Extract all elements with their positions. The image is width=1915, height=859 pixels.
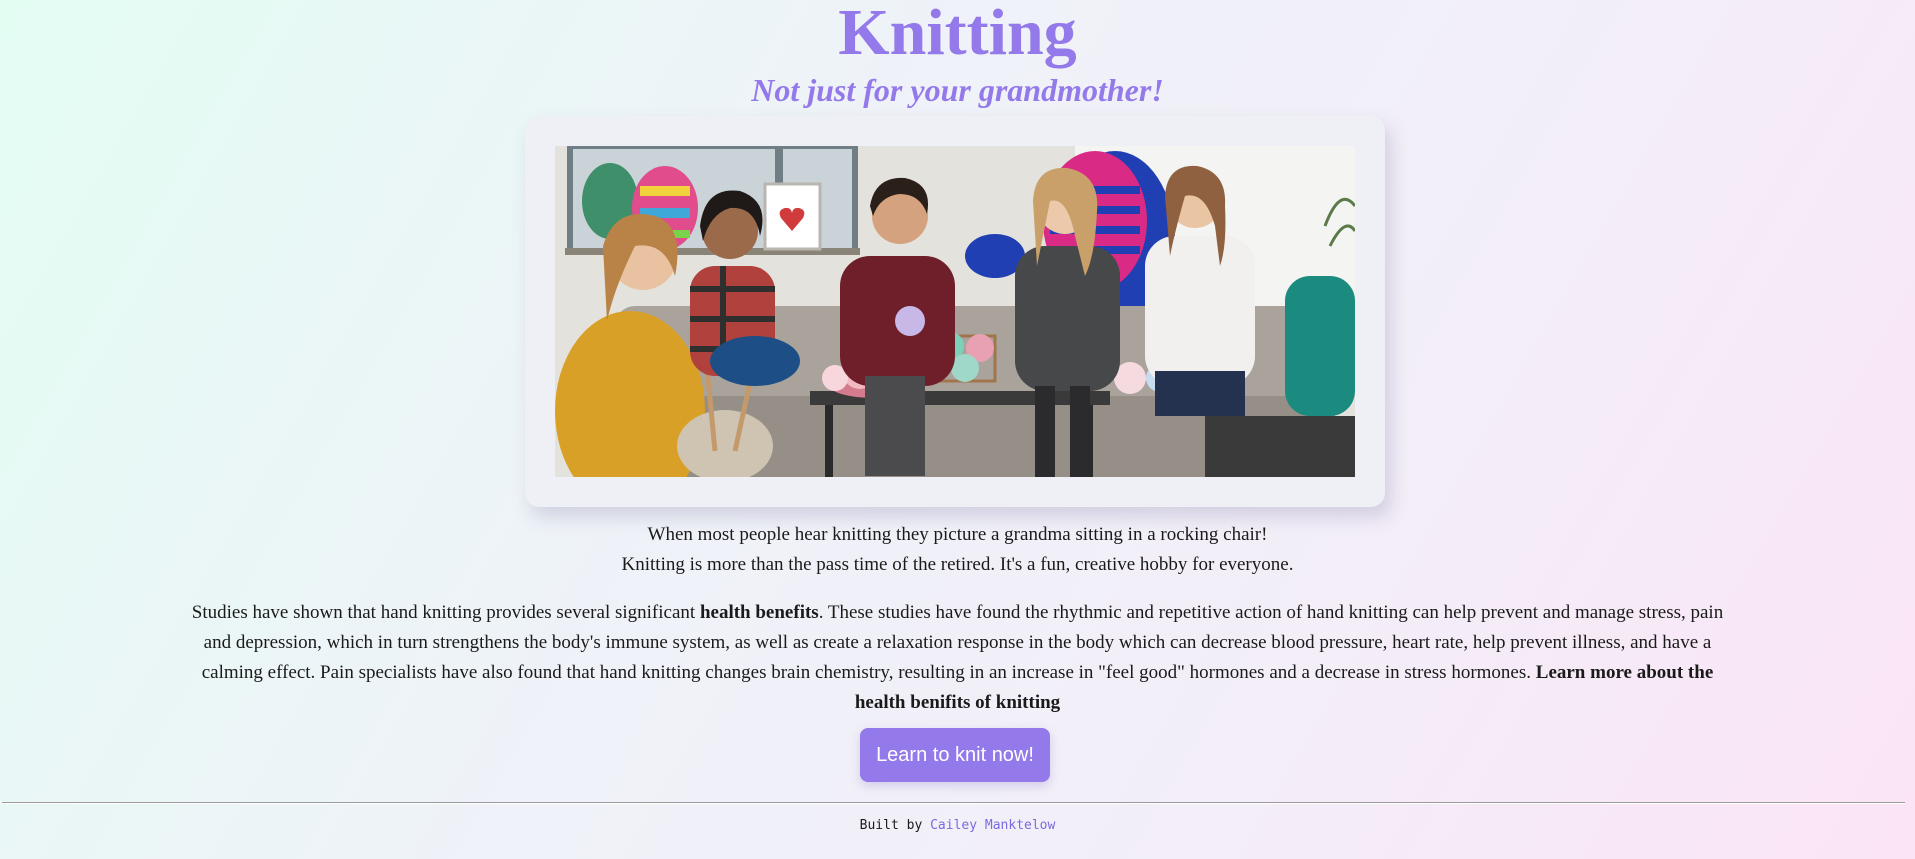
health-benefits-emphasis: health benefits bbox=[699, 602, 819, 623]
footer-divider bbox=[2, 802, 1905, 804]
knitting-group-photo bbox=[555, 146, 1355, 477]
benefits-text-1: Studies have shown that hand knitting pr… bbox=[191, 602, 700, 623]
health-benefits-paragraph: Studies have shown that hand knitting pr… bbox=[190, 598, 1725, 718]
learn-to-knit-button[interactable]: Learn to knit now! bbox=[860, 728, 1050, 782]
footer-prefix: Built by bbox=[859, 818, 931, 833]
intro-text: When most people hear knitting they pict… bbox=[0, 520, 1915, 580]
page-title: Knitting bbox=[838, 0, 1077, 69]
page: Knitting Not just for your grandmother! bbox=[0, 0, 1915, 859]
image-frame bbox=[525, 116, 1385, 507]
author-link[interactable]: Cailey Manktelow bbox=[930, 818, 1055, 833]
footer: Built by Cailey Manktelow bbox=[0, 816, 1915, 836]
intro-line-1: When most people hear knitting they pict… bbox=[647, 524, 1268, 545]
page-subtitle: Not just for your grandmother! bbox=[751, 72, 1164, 108]
intro-line-2: Knitting is more than the pass time of t… bbox=[621, 554, 1294, 575]
